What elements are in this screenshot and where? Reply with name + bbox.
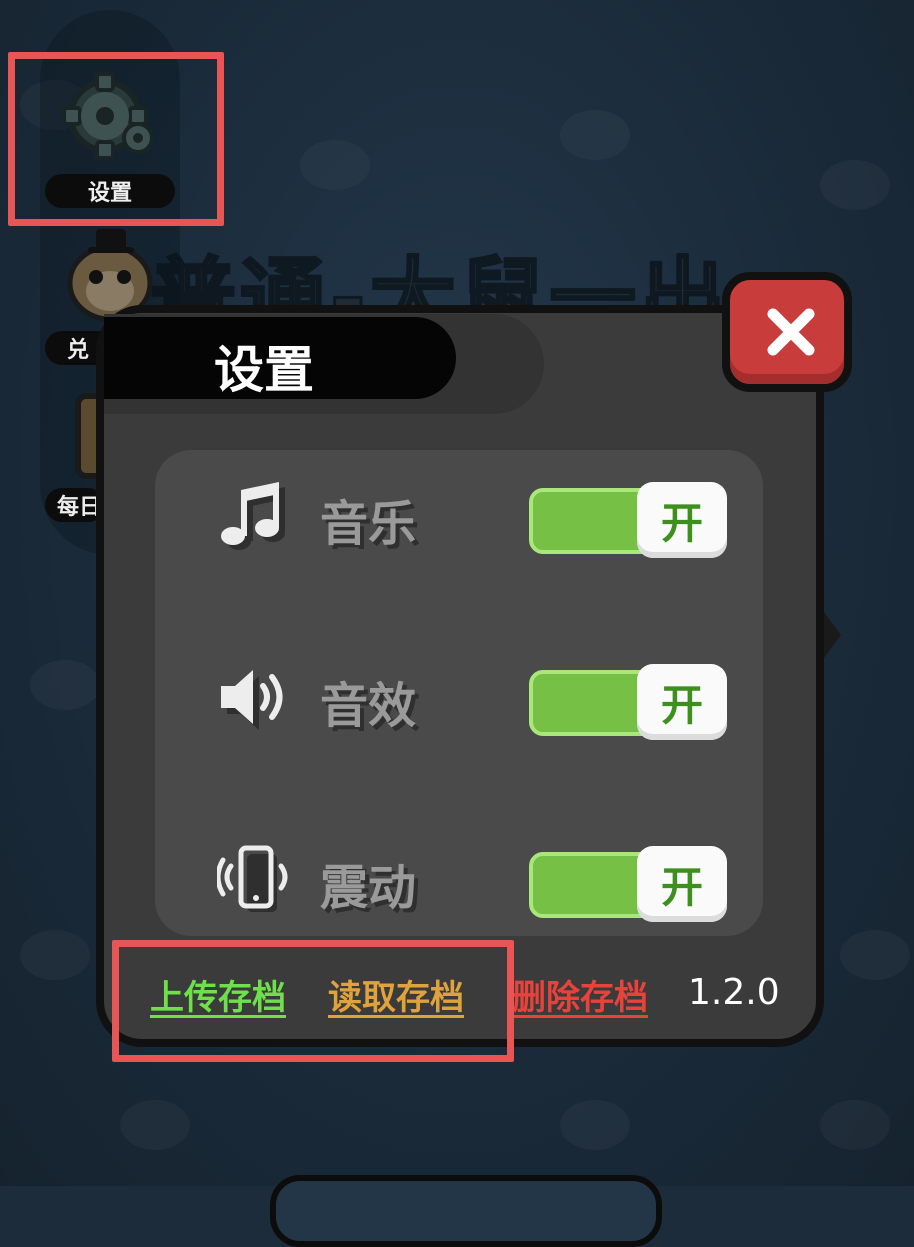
toggle-knob: 开 <box>637 664 727 740</box>
close-button[interactable] <box>722 272 852 392</box>
paw-decoration <box>560 110 630 160</box>
vibration-toggle[interactable]: 开 <box>529 846 729 922</box>
paw-decoration <box>820 160 890 210</box>
setting-row-sound: 音效 开 <box>155 644 763 744</box>
setting-row-vibration: 震动 开 <box>155 826 763 926</box>
phone-vibrate-icon <box>217 845 288 912</box>
music-note-icon <box>221 482 285 550</box>
paw-decoration <box>30 660 100 710</box>
paw-decoration <box>560 1100 630 1150</box>
toggle-knob: 开 <box>637 482 727 558</box>
dialog-title: 设置 <box>214 341 314 399</box>
toggle-knob: 开 <box>637 846 727 922</box>
close-icon <box>767 308 815 356</box>
speaker-icon <box>221 670 283 730</box>
paw-decoration <box>300 140 370 190</box>
setting-label: 音效 <box>320 678 417 734</box>
highlight-box-save-actions <box>112 940 514 1062</box>
highlight-box-settings <box>8 52 224 226</box>
paw-decoration <box>120 1100 190 1150</box>
paw-decoration <box>820 1100 890 1150</box>
music-toggle[interactable]: 开 <box>529 482 729 558</box>
setting-label: 音乐 <box>320 496 417 552</box>
delete-save-link[interactable]: 删除存档 <box>512 970 648 1019</box>
setting-label: 震动 <box>320 860 417 916</box>
version-label: 1.2.0 <box>688 972 780 1013</box>
sound-toggle[interactable]: 开 <box>529 664 729 740</box>
setting-row-music: 音乐 开 <box>155 462 763 562</box>
